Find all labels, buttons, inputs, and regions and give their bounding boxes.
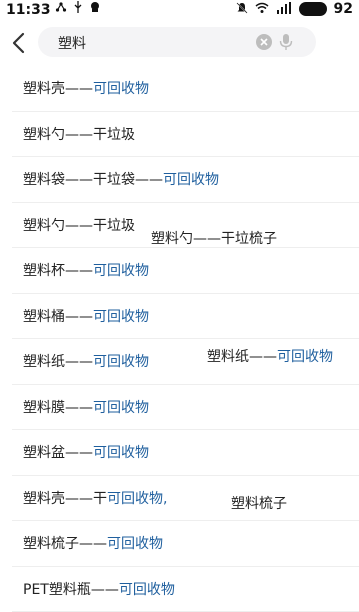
battery-level: 92 (334, 1, 353, 17)
overlay-text: 塑料勺——干垃梳子 (151, 228, 277, 248)
list-item[interactable]: 塑料杯——可回收物 (12, 248, 359, 294)
item-category: 可回收物 (93, 400, 149, 416)
voice-search-button[interactable] (278, 33, 294, 51)
search-header: 塑料 (0, 24, 359, 62)
bell-muted-icon (236, 2, 248, 17)
item-name: 塑料盆—— (23, 445, 93, 461)
back-arrow-icon (8, 30, 30, 56)
share-icon (55, 1, 67, 16)
app-notification-icon (89, 1, 101, 16)
signal-icon (276, 2, 292, 17)
item-category: 可回收物, (107, 491, 167, 507)
list-item[interactable]: 塑料盆——可回收物 (12, 430, 359, 476)
status-time: 11:33 (6, 2, 51, 18)
list-item[interactable]: 塑料袋——干垃袋——可回收物 (12, 157, 359, 203)
item-name: 塑料勺——干垃圾 (23, 218, 135, 234)
item-category: 可回收物 (93, 263, 149, 279)
list-item[interactable]: 塑料膜——可回收物 (12, 385, 359, 431)
list-item[interactable]: PET塑料瓶——可回收物 (12, 567, 359, 612)
list-item[interactable]: 塑料壳——干可回收物, (12, 476, 359, 522)
microphone-icon (278, 33, 294, 51)
list-item[interactable]: 塑料壳——可回收物 (12, 66, 359, 112)
overlay-text: 塑料纸——可回收物 (207, 346, 333, 366)
wifi-icon (255, 2, 269, 17)
search-results-list: 塑料壳——可回收物 塑料勺——干垃圾 塑料袋——干垃袋——可回收物 塑料勺——干… (0, 66, 359, 612)
item-name: 塑料梳子—— (23, 536, 107, 552)
clear-search-button[interactable] (256, 34, 272, 50)
item-category: 可回收物 (93, 309, 149, 325)
search-input[interactable]: 塑料 (38, 27, 316, 57)
status-bar: 11:33 92 (0, 0, 359, 22)
list-item[interactable]: 塑料桶——可回收物 (12, 294, 359, 340)
item-name: 塑料壳——干 (23, 491, 107, 507)
item-category: 可回收物 (163, 172, 219, 188)
close-icon (256, 34, 272, 50)
item-name: 塑料杯—— (23, 263, 93, 279)
battery-icon (299, 2, 327, 16)
item-category: 可回收物 (93, 445, 149, 461)
overlay-text: 塑料梳子 (231, 493, 287, 513)
item-category: 可回收物 (107, 536, 163, 552)
item-name: 塑料桶—— (23, 309, 93, 325)
item-name: 塑料膜—— (23, 400, 93, 416)
item-category: 可回收物 (119, 582, 175, 598)
list-item[interactable]: 塑料勺——干垃圾 (12, 112, 359, 158)
list-item[interactable]: 塑料梳子——可回收物 (12, 521, 359, 567)
search-query[interactable]: 塑料 (58, 33, 86, 53)
item-category: 可回收物 (93, 354, 149, 370)
usb-icon (73, 1, 83, 16)
item-name: PET塑料瓶—— (23, 582, 119, 598)
item-name: 塑料袋——干垃袋—— (23, 172, 163, 188)
item-name: 塑料纸—— (23, 354, 93, 370)
item-name: 塑料壳—— (23, 81, 93, 97)
item-name: 塑料勺——干垃圾 (23, 127, 135, 143)
back-button[interactable] (8, 30, 30, 56)
item-category: 可回收物 (93, 81, 149, 97)
